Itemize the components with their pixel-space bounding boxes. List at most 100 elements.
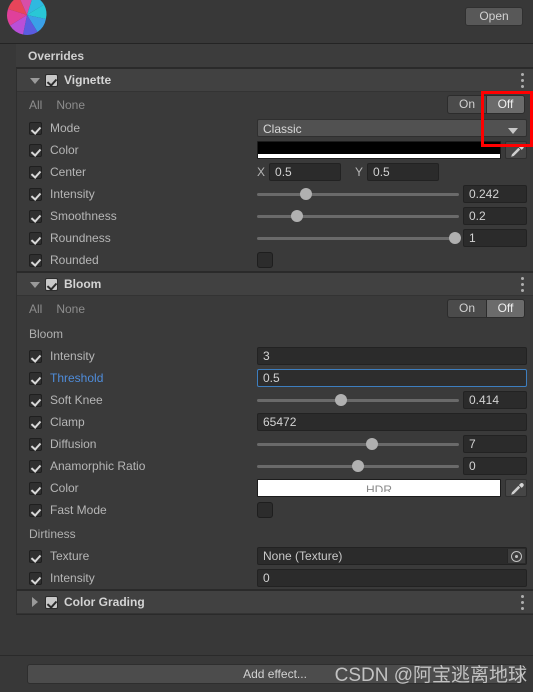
property-label-bloom-color: Color [50, 481, 79, 495]
slider-track[interactable] [257, 188, 459, 200]
none-link-bloom[interactable]: None [56, 302, 85, 316]
override-checkbox-anamorphic-ratio[interactable] [29, 459, 42, 473]
override-checkbox-bloom-intensity[interactable] [29, 349, 42, 363]
override-checkbox-bloom-color[interactable] [29, 481, 42, 495]
eyedropper-icon-vignette-color[interactable] [505, 141, 527, 159]
override-checkbox-fast-mode[interactable] [29, 503, 42, 517]
fast-mode-toggle[interactable] [257, 502, 273, 518]
vignette-color-swatch[interactable] [257, 141, 501, 159]
vignette-intensity-input[interactable]: 0.242 [463, 185, 527, 203]
slider-thumb[interactable] [366, 438, 379, 450]
override-checkbox-vignette-color[interactable] [29, 143, 42, 157]
eyedropper-icon-bloom-color[interactable] [505, 479, 527, 497]
property-label-fast-mode: Fast Mode [50, 503, 107, 517]
none-link-vignette[interactable]: None [56, 98, 85, 112]
slider-thumb[interactable] [299, 188, 312, 200]
overrides-allnone-row-vignette: All None On Off [17, 92, 533, 117]
effect-enable-checkbox-vignette[interactable] [45, 73, 58, 87]
center-x-input[interactable]: 0.5 [269, 163, 342, 181]
override-checkbox-smoothness[interactable] [29, 209, 42, 223]
threshold-input[interactable]: 0.5 [257, 369, 527, 387]
open-button[interactable]: Open [465, 7, 523, 26]
mode-dropdown[interactable]: Classic [257, 119, 527, 137]
override-checkbox-texture[interactable] [29, 549, 42, 563]
slider-thumb[interactable] [352, 460, 364, 472]
override-checkbox-roundness[interactable] [29, 231, 42, 245]
on-button-vignette[interactable]: On [447, 95, 486, 114]
center-vector2: X 0.5 Y 0.5 [257, 163, 453, 181]
more-options-icon-bloom[interactable] [521, 277, 525, 292]
all-link-bloom[interactable]: All [29, 302, 42, 316]
texture-object-value: None (Texture) [263, 549, 343, 563]
slider-thumb[interactable] [291, 210, 304, 222]
slider-track[interactable] [257, 438, 459, 450]
anamorphic-ratio-slider[interactable] [257, 457, 459, 475]
off-button-vignette[interactable]: Off [486, 95, 525, 114]
property-row-anamorphic-ratio: Anamorphic Ratio 0 [17, 455, 533, 477]
post-processing-profile-aperture-icon [6, 0, 48, 36]
color-swatch-fill [258, 142, 500, 154]
more-options-icon-vignette[interactable] [521, 73, 525, 88]
diffusion-slider[interactable] [257, 435, 459, 453]
effect-title-color-grading: Color Grading [64, 595, 145, 609]
roundness-input[interactable]: 1 [463, 229, 527, 247]
object-picker-icon[interactable] [507, 549, 525, 563]
dirtiness-intensity-input[interactable]: 0 [257, 569, 527, 587]
override-checkbox-center[interactable] [29, 165, 42, 179]
effect-enable-checkbox-color-grading[interactable] [45, 595, 58, 609]
on-button-bloom[interactable]: On [447, 299, 486, 318]
effect-block-vignette: Vignette All None On Off Mode Classic Co… [16, 68, 533, 272]
override-checkbox-rounded[interactable] [29, 253, 42, 267]
override-checkbox-vignette-intensity[interactable] [29, 187, 42, 201]
slider-thumb[interactable] [448, 232, 461, 244]
rounded-toggle[interactable] [257, 252, 273, 268]
color-alpha-bar [258, 154, 500, 158]
soft-knee-input[interactable]: 0.414 [463, 391, 527, 409]
property-label-anamorphic-ratio: Anamorphic Ratio [50, 459, 146, 473]
smoothness-input[interactable]: 0.2 [463, 207, 527, 225]
slider-track[interactable] [257, 210, 459, 222]
property-row-vignette-intensity: Intensity 0.242 [17, 183, 533, 205]
roundness-slider[interactable] [257, 229, 461, 247]
property-label-texture: Texture [50, 549, 90, 563]
effect-header-vignette[interactable]: Vignette [17, 69, 533, 92]
override-checkbox-diffusion[interactable] [29, 437, 42, 451]
foldout-triangle-down-icon[interactable] [29, 278, 41, 290]
anamorphic-ratio-input[interactable]: 0 [463, 457, 527, 475]
more-options-icon-color-grading[interactable] [521, 595, 525, 610]
override-checkbox-threshold[interactable] [29, 371, 42, 385]
override-checkbox-clamp[interactable] [29, 415, 42, 429]
effect-header-bloom[interactable]: Bloom [17, 273, 533, 296]
add-effect-button[interactable]: Add effect... [27, 664, 523, 684]
property-label-soft-knee: Soft Knee [50, 393, 103, 407]
all-link-vignette[interactable]: All [29, 98, 42, 112]
override-checkbox-dirtiness-intensity[interactable] [29, 571, 42, 585]
override-checkbox-soft-knee[interactable] [29, 393, 42, 407]
foldout-triangle-down-icon[interactable] [29, 74, 41, 86]
smoothness-slider[interactable] [257, 207, 459, 225]
property-label-clamp: Clamp [50, 415, 85, 429]
property-label-roundness: Roundness [50, 231, 111, 245]
override-checkbox-mode[interactable] [29, 121, 42, 135]
diffusion-input[interactable]: 7 [463, 435, 527, 453]
slider-thumb[interactable] [334, 394, 347, 406]
vignette-intensity-slider[interactable] [257, 185, 459, 203]
bloom-color-swatch[interactable]: HDR [257, 479, 501, 497]
foldout-triangle-right-icon[interactable] [29, 596, 41, 608]
slider-track[interactable] [257, 394, 459, 406]
center-y-input[interactable]: 0.5 [367, 163, 440, 181]
slider-track[interactable] [257, 460, 459, 472]
texture-object-field[interactable]: None (Texture) [257, 547, 527, 565]
clamp-input[interactable]: 65472 [257, 413, 527, 431]
bloom-intensity-input[interactable]: 3 [257, 347, 527, 365]
effect-header-color-grading[interactable]: Color Grading [17, 591, 533, 614]
slider-track[interactable] [257, 232, 461, 244]
property-label-center: Center [50, 165, 87, 179]
soft-knee-slider[interactable] [257, 391, 459, 409]
hdr-label: HDR [366, 483, 392, 497]
inspector-topbar: Open [0, 0, 533, 44]
property-label-threshold: Threshold [50, 371, 104, 385]
effect-enable-checkbox-bloom[interactable] [45, 277, 58, 291]
off-button-bloom[interactable]: Off [486, 299, 525, 318]
property-label-smoothness: Smoothness [50, 209, 117, 223]
